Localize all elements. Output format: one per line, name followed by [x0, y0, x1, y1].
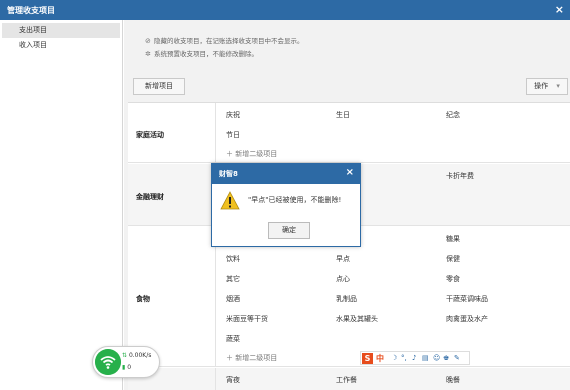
hidden-icon: ⊘	[145, 37, 151, 45]
ime-mode[interactable]: 中	[376, 353, 384, 364]
notice-text-2: 系统预置收支项目，不能修改删除。	[154, 50, 258, 58]
warning-icon	[220, 191, 240, 210]
download-value: 0	[127, 364, 132, 371]
arrows-icon: ⇅	[122, 352, 129, 359]
group-food: 食物 糖果 饮料 早点 保健 其它 点心 零食 烟酒 乳制品 干蔬菜调味品 米面…	[128, 227, 570, 367]
close-icon[interactable]: ×	[555, 3, 564, 16]
punctuation-icon[interactable]: °,	[401, 354, 407, 362]
add-item-button[interactable]: 新增项目	[133, 78, 185, 95]
list-item[interactable]: 水果及其罐头	[336, 314, 378, 324]
upload-speed: ⇅ 0.00K/s	[122, 352, 151, 359]
notice-line-system: ✲ 系统预置收支项目，不能修改删除。	[145, 49, 258, 59]
operation-label: 操作	[534, 82, 549, 90]
group-name: 食物	[136, 295, 150, 303]
mic-icon[interactable]: ♪	[412, 354, 416, 362]
list-item[interactable]: 庆祝	[226, 110, 240, 120]
wrench-icon[interactable]: ✎	[454, 354, 460, 362]
list-item[interactable]: 乳制品	[336, 294, 357, 304]
ok-button[interactable]: 确定	[268, 222, 310, 239]
list-item[interactable]: 工作餐	[336, 375, 357, 385]
list-item[interactable]: 节日	[226, 130, 240, 140]
dialog-message: "早点"已经被使用，不能删除!	[248, 196, 342, 204]
list-item[interactable]: 卡折年费	[446, 171, 474, 181]
dialog-close-icon[interactable]: ×	[346, 167, 354, 178]
chevron-down-icon: ▾	[556, 82, 560, 90]
list-item[interactable]: 晚餐	[446, 375, 460, 385]
list-item[interactable]: 米面豆等干货	[226, 314, 268, 324]
wifi-icon	[95, 349, 121, 375]
dialog-title: 财智8	[219, 170, 238, 178]
upload-value: 0.00K/s	[128, 352, 152, 359]
download-speed: ▮ 0	[122, 364, 131, 371]
add-subitem-label: 新增二级项目	[235, 150, 278, 158]
list-item[interactable]: 早点	[336, 254, 350, 264]
gear-icon: ✲	[145, 50, 151, 58]
sidebar-item-expense[interactable]: 支出项目	[2, 23, 120, 38]
group-name: 金融理财	[136, 193, 164, 201]
sogou-logo-icon[interactable]: S	[362, 353, 373, 364]
notice-box: ⊘ 隐藏的收支项目，在记账选择收支项目中不会显示。 ✲ 系统预置收支项目，不能修改删…	[142, 32, 562, 70]
add-subitem-button[interactable]: ＋ 新增二级项目	[226, 149, 277, 159]
plus-icon: ＋	[226, 150, 236, 158]
skin-icon[interactable]: ♚	[443, 354, 449, 362]
list-item[interactable]: 保健	[446, 254, 460, 264]
list-item[interactable]: 宵夜	[226, 375, 240, 385]
list-item[interactable]: 干蔬菜调味品	[446, 294, 488, 304]
group-family: 家庭活动 庆祝 生日 纪念 节日 ＋ 新增二级项目	[128, 103, 570, 163]
network-speed-widget[interactable]: ⇅ 0.00K/s ▮ 0	[92, 346, 160, 378]
group-name: 家庭活动	[136, 131, 164, 139]
operation-dropdown[interactable]: 操作 ▾	[526, 78, 568, 95]
list-item[interactable]: 糖果	[446, 234, 460, 244]
ime-toolbar[interactable]: S 中 ☽ °, ♪ ▤ ☺ ♚ ✎	[360, 351, 470, 365]
notice-line-hidden: ⊘ 隐藏的收支项目，在记账选择收支项目中不会显示。	[145, 36, 304, 46]
list-item[interactable]: 点心	[336, 274, 350, 284]
add-subitem-label: 新增二级项目	[235, 354, 278, 362]
window-title: 管理收支项目	[7, 6, 55, 15]
notice-text-1: 隐藏的收支项目，在记账选择收支项目中不会显示。	[154, 37, 304, 45]
list-item[interactable]: 蔬菜	[226, 334, 240, 344]
sidebar: 支出项目 收入项目	[0, 20, 123, 390]
list-item[interactable]: 肉禽蛋及水产	[446, 314, 488, 324]
keyboard-icon[interactable]: ▤	[422, 354, 429, 362]
dialog-header: 财智8 ×	[212, 164, 360, 184]
list-item[interactable]: 纪念	[446, 110, 460, 120]
list-item[interactable]: 其它	[226, 274, 240, 284]
alert-dialog: 财智8 × "早点"已经被使用，不能删除! 确定	[211, 163, 361, 247]
group-meals: 宵夜 工作餐 晚餐	[128, 368, 570, 390]
emoji-icon[interactable]: ☺	[433, 354, 440, 362]
list-item[interactable]: 饮料	[226, 254, 240, 264]
list-item[interactable]: 零食	[446, 274, 460, 284]
plus-icon: ＋	[226, 354, 236, 362]
sidebar-item-income[interactable]: 收入项目	[0, 38, 122, 53]
list-item[interactable]: 烟酒	[226, 294, 240, 304]
add-subitem-button[interactable]: ＋ 新增二级项目	[226, 353, 277, 363]
window-titlebar: 管理收支项目 ×	[0, 0, 570, 20]
moon-icon[interactable]: ☽	[391, 354, 397, 362]
list-item[interactable]: 生日	[336, 110, 350, 120]
